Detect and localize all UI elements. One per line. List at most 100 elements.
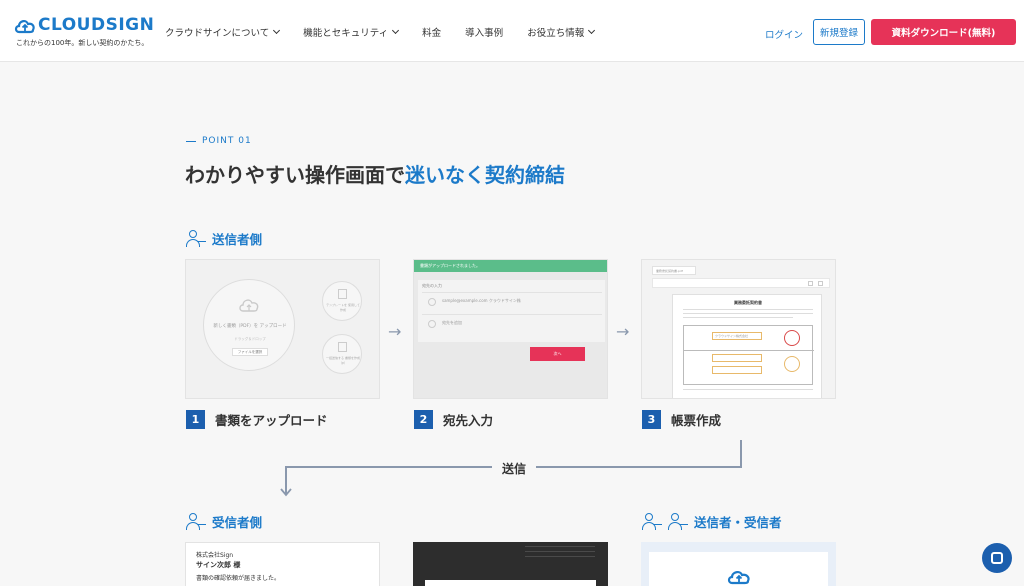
nav-item-label: クラウドサインについて (165, 28, 270, 39)
sender-role-text: 送信者側 (212, 232, 263, 247)
company-field[interactable]: クラウドサイン株式会社 (712, 332, 762, 340)
receiver-company: 株式会社Sign (196, 552, 234, 559)
step-recipient: 2 宛先入力 (414, 410, 493, 429)
arrow-down-icon (280, 488, 292, 497)
recipient-row-text: sample@example.com クラウドサイン株 (442, 298, 521, 303)
dark-line (525, 556, 595, 557)
step-upload: 1 書類をアップロード (186, 410, 328, 429)
nav-item-resources[interactable]: お役立ち情報 (527, 25, 596, 39)
point-label-text: POINT 01 (202, 136, 252, 146)
arrow-right-icon: → (616, 322, 630, 341)
receiver-email-screenshot: 株式会社Sign サイン次郎 様 書類の確認依頼が届きました。 (185, 542, 380, 586)
both-screenshot (641, 542, 836, 586)
dark-line (525, 551, 595, 552)
send-label: 送信 (492, 460, 536, 477)
step-label: 宛先入力 (443, 413, 494, 428)
document-tab[interactable]: 業務委託契約書.pdf (652, 266, 696, 275)
doc-line (683, 317, 793, 318)
toolbar-prev-icon[interactable] (808, 281, 813, 286)
dark-dialog (425, 580, 596, 586)
both-panel (649, 552, 828, 586)
receiver-dark-screenshot (413, 542, 608, 586)
receiver-role-text: 受信者側 (212, 515, 263, 530)
document-page: 業務委託契約書 クラウドサイン株式会社 (672, 294, 822, 398)
login-link[interactable]: ログイン (765, 27, 803, 41)
download-button[interactable]: 資料ダウンロード(無料) (871, 19, 1016, 45)
add-recipient-text: 宛先を追加 (442, 320, 462, 325)
upload-subtext: ドラッグ＆ドロップ (234, 337, 266, 341)
input-field[interactable] (712, 354, 762, 362)
upload-success-banner: 書類がアップロードされました。 (414, 260, 607, 272)
file-select-button[interactable]: ファイルを選択 (232, 348, 268, 356)
doc-line (683, 309, 813, 310)
recipient-screenshot: 書類がアップロードされました。 宛先の入力 sample@example.com… (413, 259, 608, 399)
next-button[interactable]: 次へ (530, 347, 585, 361)
nav-item-label: 料金 (422, 28, 442, 39)
doc-line (683, 389, 813, 390)
heading-plain: わかりやすい操作画面で (185, 163, 405, 187)
main-nav: クラウドサインについて 機能とセキュリティ 料金 導入事例 お役立ち情報 (165, 25, 596, 39)
upload-screenshot: 新しく書類（PDF）を アップロード ドラッグ＆ドロップ ファイルを選択 テンプ… (185, 259, 380, 399)
cloudsign-cloud-icon (727, 571, 750, 585)
both-role-label: 送信者・受信者 (642, 512, 782, 531)
dark-line (525, 546, 595, 547)
seal-placeholder-icon[interactable] (784, 356, 800, 372)
upload-drop-circle: 新しく書類（PDF）を アップロード ドラッグ＆ドロップ ファイルを選択 (203, 279, 295, 371)
dash-decoration (186, 140, 196, 142)
logo-text-cloud: CLOUD (38, 15, 106, 35)
nav-item-cases[interactable]: 導入事例 (465, 25, 503, 39)
nav-item-pricing[interactable]: 料金 (422, 25, 441, 39)
sender-role-label: 送信者側 (186, 229, 262, 248)
nav-item-label: お役立ち情報 (527, 28, 585, 39)
heading-highlight: 迷いなく契約締結 (405, 163, 565, 187)
section-heading: わかりやすい操作画面で迷いなく契約締結 (185, 159, 565, 188)
logo-tagline: これからの100年。新しい契約のかたち。 (16, 39, 149, 47)
receiver-role-label: 受信者側 (186, 512, 262, 531)
step-label: 書類をアップロード (215, 413, 328, 428)
add-icon (428, 320, 436, 328)
logo-wordmark: CLOUDSIGN (38, 15, 154, 35)
upload-text: 新しく書類（PDF）を アップロード (213, 324, 287, 329)
step-number: 1 (186, 410, 205, 429)
both-role-text: 送信者・受信者 (694, 515, 782, 530)
chat-support-button[interactable] (982, 543, 1012, 573)
person-receive-icon (668, 512, 688, 531)
person-receive-icon (186, 512, 206, 531)
step-number: 3 (642, 410, 661, 429)
cloud-upload-icon (239, 299, 259, 312)
bulk-send-text: 一括送信する 書類を作成（β） (326, 356, 360, 365)
template-circle[interactable]: テンプレートを 使用して作成 (322, 281, 362, 321)
chevron-down-icon (273, 26, 281, 35)
recipient-section-title: 宛先の入力 (422, 283, 442, 288)
bulk-send-icon (338, 342, 347, 352)
flow-line-vertical-right (740, 440, 742, 468)
cloud-logo-icon (14, 20, 35, 34)
arrow-right-icon: → (388, 322, 402, 341)
seal-stamp-icon (784, 330, 800, 346)
cloudsign-logo[interactable]: CLOUDSIGN これからの100年。新しい契約のかたち。 (14, 14, 154, 50)
document-title: 業務委託契約書 (734, 300, 762, 305)
recipient-number-icon (428, 298, 436, 306)
chevron-down-icon (392, 26, 400, 35)
receiver-message: 書類の確認依頼が届きました。 (196, 575, 281, 582)
template-text: テンプレートを 使用して作成 (326, 303, 360, 312)
logo-text-sign: SIGN (105, 15, 155, 35)
recipient-row[interactable]: sample@example.com クラウドサイン株 (422, 292, 602, 310)
step-form: 3 帳票作成 (642, 410, 721, 429)
nav-item-features[interactable]: 機能とセキュリティ (303, 25, 400, 39)
recipient-panel: 宛先の入力 sample@example.com クラウドサイン株 宛先を追加 (418, 280, 605, 342)
person-send-icon (186, 229, 206, 248)
template-icon (338, 289, 347, 299)
toolbar-next-icon[interactable] (818, 281, 823, 286)
bulk-send-circle[interactable]: 一括送信する 書類を作成（β） (322, 334, 362, 374)
add-recipient-row[interactable]: 宛先を追加 (422, 314, 602, 332)
chevron-down-icon (588, 26, 596, 35)
signup-button[interactable]: 新規登録 (813, 19, 865, 45)
nav-item-about[interactable]: クラウドサインについて (165, 25, 281, 39)
site-header: CLOUDSIGN これからの100年。新しい契約のかたち。 クラウドサインにつ… (0, 0, 1024, 62)
person-send-icon (642, 512, 662, 531)
step-number: 2 (414, 410, 433, 429)
input-field[interactable] (712, 366, 762, 374)
chat-icon (991, 552, 1003, 564)
form-screenshot: 業務委託契約書.pdf 業務委託契約書 クラウドサイン株式会社 (641, 259, 836, 399)
